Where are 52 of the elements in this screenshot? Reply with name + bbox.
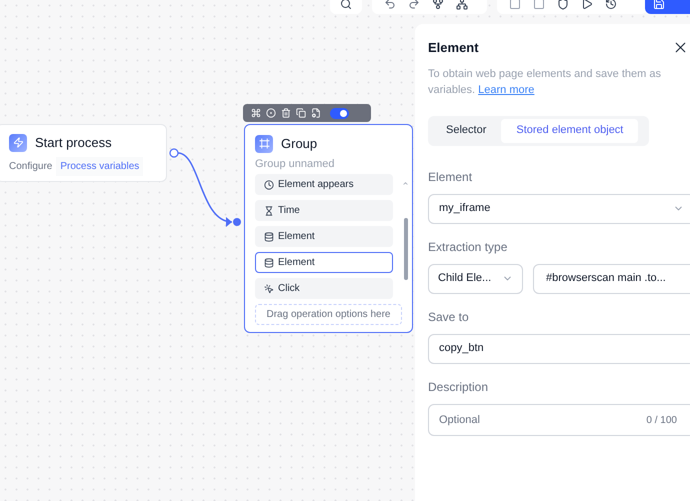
frame-icon — [255, 134, 273, 153]
history-icon[interactable] — [605, 0, 617, 10]
node-title: Start process — [35, 134, 112, 152]
step-item[interactable]: Click — [255, 278, 393, 299]
toggle-switch[interactable] — [330, 108, 349, 118]
learn-more-link[interactable]: Learn more — [478, 84, 534, 96]
input-port[interactable] — [233, 218, 241, 226]
tab[interactable]: Stored element object — [501, 118, 638, 142]
hourglass-icon — [264, 206, 274, 216]
extraction-type-select[interactable]: Child Ele... — [428, 264, 523, 294]
selector-input[interactable]: #browserscan main .to... — [533, 264, 690, 294]
step-item[interactable]: Element appears — [255, 174, 393, 195]
step-item[interactable]: Element — [255, 226, 393, 247]
node-subtitle: Group unnamed — [254, 156, 336, 172]
play-icon[interactable] — [581, 0, 593, 10]
database-icon — [264, 258, 274, 268]
panel-title: Element — [428, 39, 479, 57]
node-title: Group — [281, 135, 318, 153]
field-label: Extraction type — [428, 238, 508, 256]
search-icon[interactable] — [340, 0, 352, 10]
drop-zone[interactable]: Drag operation options here — [255, 304, 402, 325]
lightning-icon — [9, 134, 27, 152]
group-node[interactable]: Group Group unnamed Element appears Time Element Element Click Drag operation options here — [244, 124, 413, 333]
character-counter: 0 / 100 — [646, 414, 677, 428]
database-icon — [264, 232, 274, 242]
click-icon — [264, 284, 274, 294]
field-label: Element — [428, 168, 474, 186]
output-port[interactable] — [169, 148, 179, 158]
save-icon — [653, 0, 665, 10]
field-label: Description — [428, 378, 490, 396]
shield-icon[interactable] — [557, 0, 569, 10]
undo-icon[interactable] — [384, 0, 396, 10]
circle-icon[interactable] — [266, 108, 276, 118]
element-select[interactable]: my_iframe — [428, 194, 690, 224]
configure-label: Configure — [9, 160, 52, 174]
trash-icon[interactable] — [281, 108, 291, 118]
step-item[interactable]: Element — [255, 252, 393, 273]
process-variables-link[interactable]: Process variables — [56, 156, 144, 176]
copy-icon[interactable] — [296, 108, 306, 118]
save-to-input[interactable]: copy_btn — [428, 334, 690, 364]
step-item[interactable]: Time — [255, 200, 393, 221]
command-icon[interactable] — [251, 108, 261, 118]
start-node[interactable]: Start process Configure Process variables — [0, 124, 167, 182]
scrollbar-thumb[interactable] — [404, 218, 408, 280]
field-label: Save to — [428, 308, 470, 326]
fork-icon[interactable] — [432, 0, 444, 10]
clock-icon — [264, 180, 274, 190]
tab[interactable]: Selector — [431, 118, 502, 142]
redo-icon[interactable] — [408, 0, 420, 10]
file-settings-icon[interactable] — [311, 108, 321, 118]
panel-description: To obtain web page elements and save them as variables. Learn more — [428, 66, 662, 98]
network-icon[interactable] — [456, 0, 468, 10]
